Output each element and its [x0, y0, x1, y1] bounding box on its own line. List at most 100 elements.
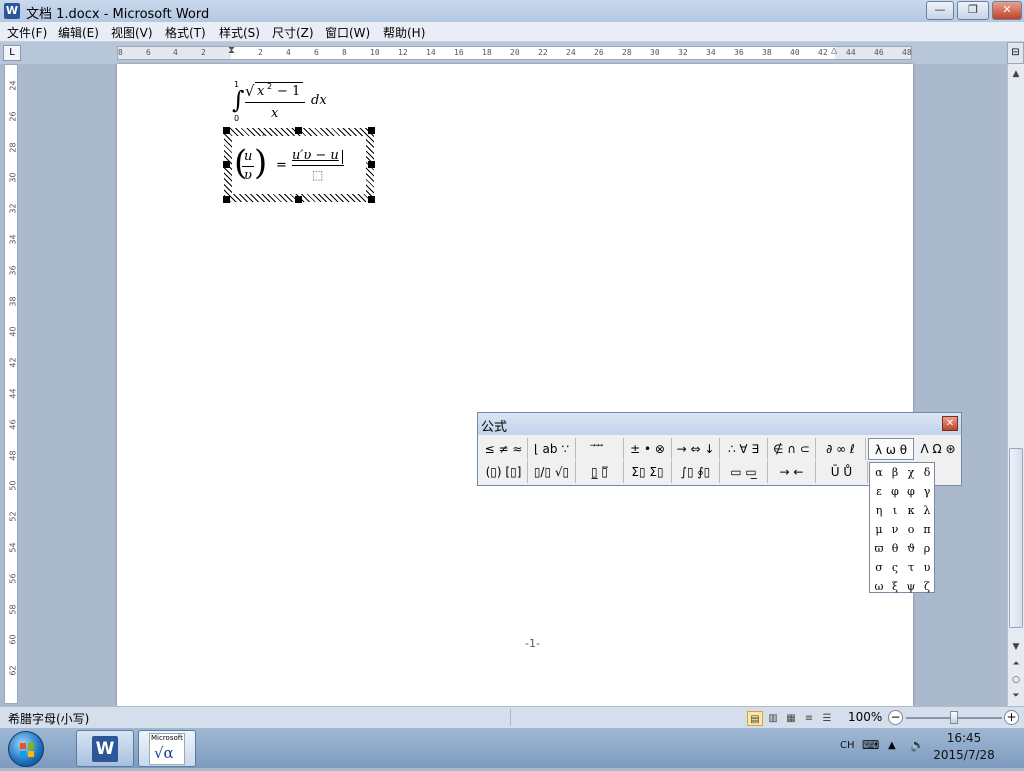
greek-symbol-button[interactable]: β [887, 463, 903, 482]
word-app-icon[interactable]: W [4, 3, 20, 19]
integral-equation[interactable]: 1 ∫ 0 √ x 2 − 1 x dx [229, 80, 349, 124]
greek-symbol-button[interactable]: ο [903, 520, 919, 539]
zoom-level[interactable]: 100% [848, 710, 882, 724]
taskbar-equation-editor-button[interactable]: Microsoft √α [138, 730, 196, 767]
integral-template-button[interactable]: ∫▯ ∮▯ [672, 461, 720, 483]
script-template-button[interactable]: ▯̲ ▯̅ [576, 461, 624, 483]
greek-uppercase-palette-button[interactable]: Λ Ω ⊛ [916, 438, 960, 460]
greek-symbol-button[interactable]: α [871, 463, 887, 482]
greek-symbol-button[interactable]: ι [887, 501, 903, 520]
resize-handle-e[interactable] [368, 161, 375, 168]
menu-format[interactable]: 格式(T) [165, 24, 206, 41]
greek-symbol-button[interactable]: ε [871, 482, 887, 501]
horizontal-ruler[interactable]: 8 6 4 2 2 4 6 8 10 12 14 16 18 20 22 24 26 28 30 32 34 36 38 40… [117, 45, 912, 60]
close-button[interactable]: ✕ [992, 1, 1022, 20]
greek-symbol-button[interactable]: ϖ [871, 539, 887, 558]
first-line-indent-marker[interactable]: ⧗ [228, 45, 235, 56]
greek-symbol-button[interactable]: ζ [919, 577, 935, 596]
show-hidden-icons-button[interactable]: ▲ [888, 740, 896, 751]
greek-symbol-button[interactable]: ξ [887, 577, 903, 596]
greek-symbol-button[interactable]: φ [903, 482, 919, 501]
restore-button[interactable]: ❐ [957, 1, 989, 20]
next-page-icon[interactable]: ⏷ [1008, 688, 1024, 704]
arrows-palette-button[interactable]: → ⇔ ↓ [672, 438, 720, 460]
zoom-in-button[interactable]: + [1004, 710, 1019, 725]
equation-edit-box[interactable]: ( u υ ) ′ = u′υ − u ⬚ [223, 127, 375, 203]
result-numerator[interactable]: u′υ − u [292, 148, 339, 163]
start-button[interactable] [8, 731, 44, 767]
greek-lowercase-palette-button[interactable]: λ ω θ [868, 438, 914, 460]
menu-window[interactable]: 窗口(W) [325, 24, 370, 41]
prev-page-icon[interactable]: ⏶ [1008, 656, 1024, 672]
vertical-scrollbar[interactable]: ▲ ▼ ⏶ ○ ⏷ [1007, 64, 1024, 706]
misc-symbols-palette-button[interactable]: ∂ ∞ ℓ [816, 438, 866, 460]
taskbar-word-button[interactable]: W [76, 730, 134, 767]
menu-view[interactable]: 视图(V) [111, 24, 153, 41]
equation-edit-area[interactable]: ( u υ ) ′ = u′υ − u ⬚ [232, 132, 366, 194]
greek-symbol-button[interactable]: ω [871, 577, 887, 596]
resize-handle-w[interactable] [223, 161, 230, 168]
greek-symbol-button[interactable]: ς [887, 558, 903, 577]
products-template-button[interactable]: Ū Ů [816, 461, 868, 483]
resize-handle-n[interactable] [295, 127, 302, 134]
equation-toolbar-titlebar[interactable]: 公式 ✕ [478, 413, 961, 435]
greek-symbol-button[interactable]: η [871, 501, 887, 520]
greek-symbol-button[interactable]: ρ [919, 539, 935, 558]
scroll-down-arrow[interactable]: ▼ [1008, 639, 1024, 655]
resize-handle-ne[interactable] [368, 127, 375, 134]
menu-help[interactable]: 帮助(H) [383, 24, 425, 41]
document-page[interactable]: 1 ∫ 0 √ x 2 − 1 x dx ( u υ ) ′ = u′υ − u… [117, 64, 913, 706]
scroll-thumb[interactable] [1009, 448, 1023, 628]
web-layout-view-icon[interactable]: ▦ [783, 711, 799, 726]
volume-icon[interactable]: 🔈 [910, 738, 925, 752]
ime-indicator[interactable]: CH [840, 740, 855, 751]
underbar-overbar-template-button[interactable]: ▭ ▭̲ [720, 461, 768, 483]
embellishments-palette-button[interactable]: ⃗ ⃗ ⃗ [576, 438, 624, 460]
greek-symbol-button[interactable]: κ [903, 501, 919, 520]
resize-handle-nw[interactable] [223, 127, 230, 134]
greek-symbol-button[interactable]: σ [871, 558, 887, 577]
resize-handle-sw[interactable] [223, 196, 230, 203]
greek-symbol-button[interactable]: θ [887, 539, 903, 558]
minimize-button[interactable]: — [926, 1, 954, 20]
reading-view-icon[interactable]: ▥ [765, 711, 781, 726]
empty-slot[interactable]: ⬚ [312, 168, 323, 182]
spaces-palette-button[interactable]: ⌊ ab ∵ [528, 438, 576, 460]
relations-palette-button[interactable]: ≤ ≠ ≈ [480, 438, 528, 460]
menu-edit[interactable]: 编辑(E) [58, 24, 99, 41]
greek-symbol-button[interactable]: φ [887, 482, 903, 501]
greek-symbol-button[interactable]: τ [903, 558, 919, 577]
fences-template-button[interactable]: (▯) [▯] [480, 461, 528, 483]
greek-symbol-button[interactable]: υ [919, 558, 935, 577]
tab-selector-button[interactable]: L [3, 45, 21, 61]
greek-symbol-button[interactable]: μ [871, 520, 887, 539]
greek-symbol-button[interactable]: ν [887, 520, 903, 539]
fraction-radical-template-button[interactable]: ▯/▯ √▯ [528, 461, 576, 483]
set-theory-palette-button[interactable]: ∉ ∩ ⊂ [768, 438, 816, 460]
taskbar-clock[interactable]: 16:45 2015/7/28 [924, 730, 1004, 764]
greek-symbol-button[interactable]: ψ [903, 577, 919, 596]
greek-symbol-button[interactable]: π [919, 520, 935, 539]
resize-handle-s[interactable] [295, 196, 302, 203]
resize-handle-se[interactable] [368, 196, 375, 203]
split-view-button[interactable]: ⊟ [1007, 42, 1024, 64]
logic-palette-button[interactable]: ∴ ∀ ∃ [720, 438, 768, 460]
menu-file[interactable]: 文件(F) [7, 24, 47, 41]
keyboard-icon[interactable]: ⌨ [862, 738, 879, 752]
equation-toolbar-close-button[interactable]: ✕ [942, 416, 958, 431]
zoom-slider-knob[interactable] [950, 711, 958, 724]
browse-object-icon[interactable]: ○ [1008, 672, 1024, 688]
vertical-ruler[interactable]: 24 26 28 30 32 34 36 38 40 42 44 46 48 50 52 54 56 58 60 62 [4, 64, 18, 704]
labeled-arrow-template-button[interactable]: → ← [768, 461, 816, 483]
greek-symbol-button[interactable]: ϑ [903, 539, 919, 558]
right-indent-marker[interactable]: △ [831, 45, 837, 56]
menu-size[interactable]: 尺寸(Z) [272, 24, 314, 41]
greek-symbol-button[interactable]: δ [919, 463, 935, 482]
greek-symbol-button[interactable]: χ [903, 463, 919, 482]
draft-view-icon[interactable]: ☰ [819, 711, 835, 726]
operators-palette-button[interactable]: ± • ⊗ [624, 438, 672, 460]
greek-symbol-button[interactable]: λ [919, 501, 935, 520]
print-layout-view-icon[interactable]: ▤ [747, 711, 763, 726]
outline-view-icon[interactable]: ≡ [801, 711, 817, 726]
summation-template-button[interactable]: Σ▯ Σ▯ [624, 461, 672, 483]
